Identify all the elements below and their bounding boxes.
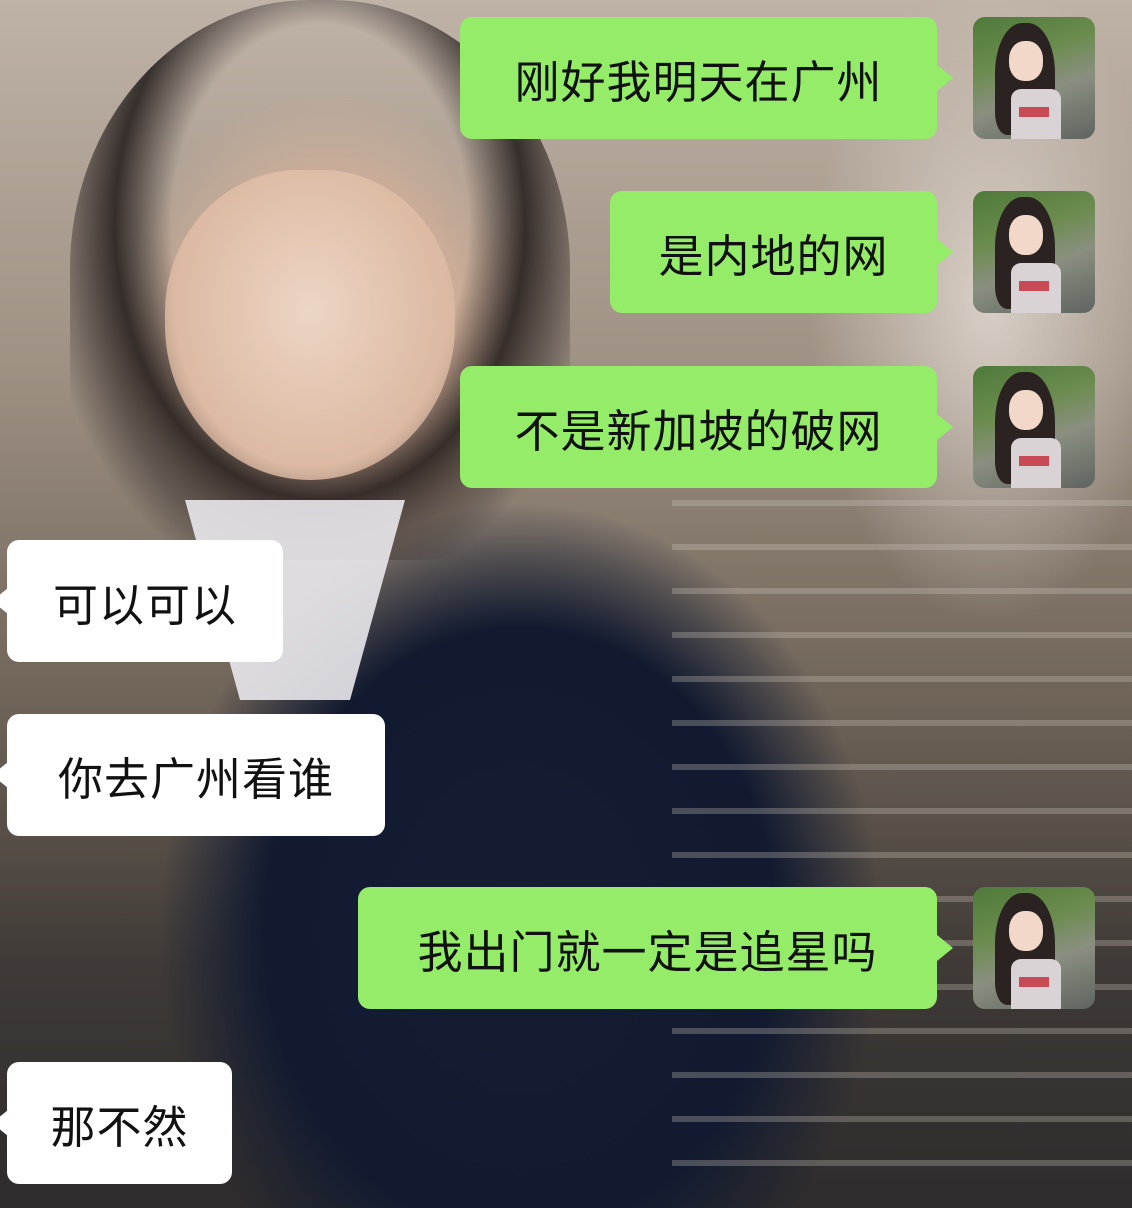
- bubble-tail: [937, 65, 953, 91]
- message-text: 那不然: [50, 1100, 189, 1154]
- message-text: 我出门就一定是追星吗: [417, 925, 878, 979]
- received-message-bubble[interactable]: 可以可以: [7, 540, 283, 662]
- message-text: 可以可以: [52, 578, 237, 632]
- wallpaper-photo-stairs: [672, 500, 1132, 1200]
- avatar-stripe: [1019, 281, 1049, 291]
- avatar-stripe: [1019, 107, 1049, 117]
- chat-screen: 刚好我明天在广州 是内地的网 不是新加坡的破网 可以可以 你去广州看谁 我出门就…: [0, 0, 1132, 1208]
- avatar-stripe: [1019, 456, 1049, 466]
- message-text: 不是新加坡的破网: [514, 404, 883, 458]
- avatar-face: [1009, 41, 1043, 81]
- message-text: 是内地的网: [658, 229, 889, 283]
- wallpaper-photo-face: [165, 170, 455, 480]
- sent-message-bubble[interactable]: 不是新加坡的破网: [460, 366, 937, 488]
- avatar[interactable]: [973, 17, 1095, 139]
- avatar[interactable]: [973, 191, 1095, 313]
- avatar-face: [1009, 215, 1043, 255]
- message-text: 你去广州看谁: [57, 752, 334, 806]
- avatar-stripe: [1019, 977, 1049, 987]
- avatar-face: [1009, 390, 1043, 430]
- avatar[interactable]: [973, 366, 1095, 488]
- bubble-tail: [937, 239, 953, 265]
- message-text: 刚好我明天在广州: [514, 55, 883, 109]
- sent-message-bubble[interactable]: 是内地的网: [610, 191, 937, 313]
- avatar-face: [1009, 911, 1043, 951]
- bubble-tail: [937, 935, 953, 961]
- received-message-bubble[interactable]: 那不然: [7, 1062, 232, 1184]
- sent-message-bubble[interactable]: 我出门就一定是追星吗: [358, 887, 937, 1009]
- sent-message-bubble[interactable]: 刚好我明天在广州: [460, 17, 937, 139]
- bubble-tail: [937, 414, 953, 440]
- received-message-bubble[interactable]: 你去广州看谁: [7, 714, 385, 836]
- avatar[interactable]: [973, 887, 1095, 1009]
